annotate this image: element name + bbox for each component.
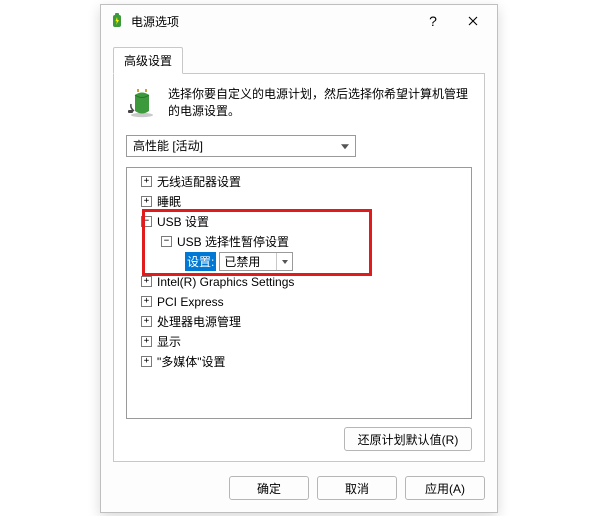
tree-label: 处理器电源管理	[157, 313, 241, 330]
tab-strip: 高级设置	[113, 47, 485, 74]
restore-row: 还原计划默认值(R)	[126, 427, 472, 451]
help-button[interactable]: ?	[413, 7, 453, 35]
tree-item-intel-graphics[interactable]: + Intel(R) Graphics Settings	[129, 272, 469, 292]
info-text: 选择你要自定义的电源计划，然后选择你希望计算机管理的电源设置。	[168, 86, 472, 121]
tree-item-usb[interactable]: − USB 设置	[129, 212, 469, 232]
collapse-icon[interactable]: −	[161, 236, 172, 247]
restore-defaults-button[interactable]: 还原计划默认值(R)	[344, 427, 472, 451]
titlebar: 电源选项 ?	[101, 5, 497, 37]
app-icon	[109, 13, 125, 29]
battery-icon	[126, 86, 158, 118]
tree-label: PCI Express	[157, 295, 224, 309]
expand-icon[interactable]: +	[141, 296, 152, 307]
expand-icon[interactable]: +	[141, 276, 152, 287]
tab-panel: 选择你要自定义的电源计划，然后选择你希望计算机管理的电源设置。 高性能 [活动]…	[113, 73, 485, 462]
setting-value: 已禁用	[224, 253, 276, 270]
apply-button[interactable]: 应用(A)	[405, 476, 485, 500]
tab-advanced[interactable]: 高级设置	[113, 47, 183, 74]
tree-item-wireless[interactable]: + 无线适配器设置	[129, 172, 469, 192]
tree-item-sleep[interactable]: + 睡眠	[129, 192, 469, 212]
expand-icon[interactable]: +	[141, 336, 152, 347]
tree-item-usb-suspend[interactable]: − USB 选择性暂停设置	[129, 232, 469, 252]
setting-label: 设置:	[185, 252, 216, 271]
dialog-footer: 确定 取消 应用(A)	[113, 476, 485, 500]
expand-icon[interactable]: +	[141, 316, 152, 327]
setting-value-combo[interactable]: 已禁用	[219, 252, 293, 271]
tree-item-display[interactable]: + 显示	[129, 332, 469, 352]
expand-icon[interactable]: +	[141, 196, 152, 207]
close-button[interactable]	[453, 7, 493, 35]
expand-icon[interactable]: +	[141, 176, 152, 187]
tree-item-pci-express[interactable]: + PCI Express	[129, 292, 469, 312]
tree-label: 睡眠	[157, 193, 181, 210]
tree-label: USB 选择性暂停设置	[177, 233, 289, 250]
tree-item-processor[interactable]: + 处理器电源管理	[129, 312, 469, 332]
window-title: 电源选项	[131, 13, 413, 30]
power-plan-select[interactable]: 高性能 [活动]	[126, 135, 356, 157]
settings-tree[interactable]: + 无线适配器设置 + 睡眠 − USB 设置 − USB 选择性暂停设置 设置…	[126, 167, 472, 419]
info-row: 选择你要自定义的电源计划，然后选择你希望计算机管理的电源设置。	[126, 86, 472, 121]
tree-label: 显示	[157, 333, 181, 350]
tree-item-multimedia[interactable]: + "多媒体"设置	[129, 352, 469, 372]
tree-label: 无线适配器设置	[157, 173, 241, 190]
power-options-dialog: 电源选项 ? 高级设置 选择你要自	[100, 4, 498, 513]
collapse-icon[interactable]: −	[141, 216, 152, 227]
tree-item-setting-value[interactable]: 设置: 已禁用	[129, 252, 469, 272]
client-area: 高级设置 选择你要自定义的电源计划，然后选择你希望计算机管理的电源设置。	[101, 37, 497, 512]
tree-label: "多媒体"设置	[157, 353, 226, 370]
expand-icon[interactable]: +	[141, 356, 152, 367]
tree-label: USB 设置	[157, 213, 209, 230]
tree-label: Intel(R) Graphics Settings	[157, 275, 294, 289]
power-plan-value: 高性能 [活动]	[133, 137, 203, 154]
cancel-button[interactable]: 取消	[317, 476, 397, 500]
chevron-down-icon[interactable]	[276, 253, 292, 270]
ok-button[interactable]: 确定	[229, 476, 309, 500]
